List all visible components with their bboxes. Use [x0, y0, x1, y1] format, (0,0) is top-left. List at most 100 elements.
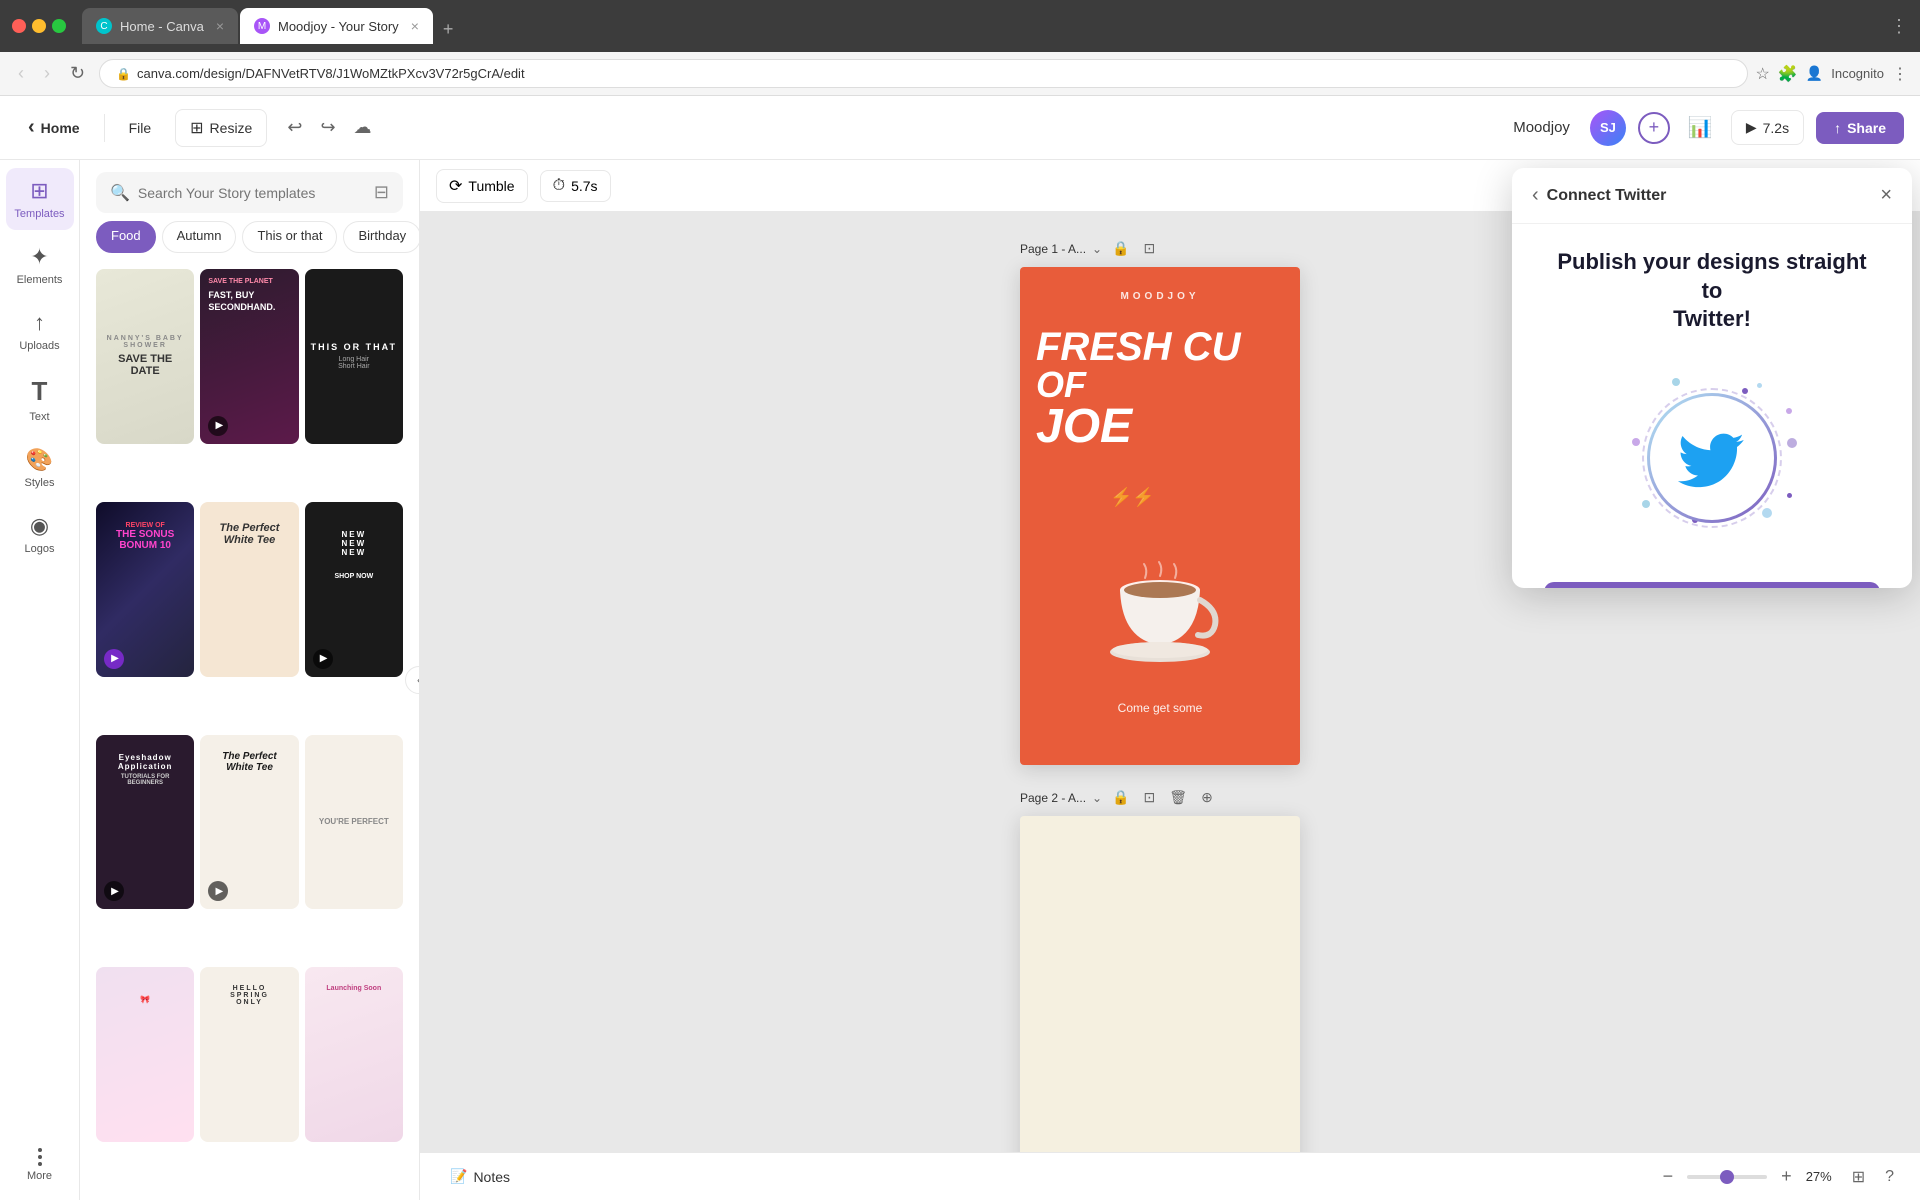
panel-tags: Food Autumn This or that Birthday ›: [80, 221, 419, 263]
deco-dot-6: [1642, 500, 1650, 508]
address-bar[interactable]: 🔒 canva.com/design/DAFNVetRTV8/J1WoMZtkP…: [99, 59, 1747, 88]
tag-this-or-that[interactable]: This or that: [242, 221, 337, 253]
profile-icon[interactable]: 👤: [1806, 65, 1823, 82]
search-input[interactable]: [138, 185, 366, 201]
sidebar-item-styles[interactable]: 🎨 Styles: [6, 437, 74, 499]
deco-dot-5: [1787, 438, 1797, 448]
tab-home-label: Home - Canva: [120, 19, 204, 34]
styles-icon: 🎨: [26, 447, 53, 473]
template-card-7[interactable]: Eyeshadow Application TUTORIALS FOR BEGI…: [96, 735, 194, 910]
text-label: Text: [29, 411, 49, 423]
share-button[interactable]: ↑ Share: [1816, 112, 1904, 144]
refresh-btn[interactable]: ↻: [64, 59, 91, 88]
sidebar-item-templates[interactable]: ⊞ Templates: [6, 168, 74, 230]
template-card-12[interactable]: Launching Soon: [305, 967, 403, 1142]
share-icon: ↑: [1834, 120, 1841, 136]
resize-button[interactable]: ⊞ Resize: [175, 109, 267, 147]
new-tab-button[interactable]: +: [435, 15, 462, 44]
template-card-3[interactable]: THIS OR THAT Long HairShort Hair: [305, 269, 403, 444]
template-grid: NANNY'S BABY SHOWER SAVE THE DATE SAVE T…: [80, 263, 419, 1200]
template-card-11[interactable]: HELLOSPRINGONLY: [200, 967, 298, 1142]
search-bar[interactable]: 🔍 ⊟: [96, 172, 403, 213]
sidebar-item-more[interactable]: More: [6, 1138, 74, 1192]
sidebar-item-elements[interactable]: ✦ Elements: [6, 234, 74, 296]
modal-footer: Connect Twitter: [1512, 582, 1912, 588]
left-sidebar: ⊞ Templates ✦ Elements ↑ Uploads T Text …: [0, 160, 80, 1200]
browser-tab-story[interactable]: M Moodjoy - Your Story ×: [240, 8, 433, 44]
browser-more-btn[interactable]: ⋮: [1892, 64, 1908, 84]
canva-tab-icon: C: [96, 18, 112, 34]
logos-icon: ◉: [30, 513, 49, 539]
browser-menu-btn[interactable]: ⋮: [1890, 16, 1908, 37]
modal-headline-line1: Publish your designs straight to: [1557, 249, 1866, 303]
minimize-window-btn[interactable]: [32, 19, 46, 33]
tag-food[interactable]: Food: [96, 221, 156, 253]
analytics-btn[interactable]: 📊: [1682, 109, 1719, 146]
play-time: 7.2s: [1763, 120, 1789, 136]
play-overlay-2: ▶: [208, 416, 228, 436]
browser-chrome: C Home - Canva × M Moodjoy - Your Story …: [0, 0, 1920, 52]
templates-icon: ⊞: [30, 178, 48, 204]
modal-body: Publish your designs straight to Twitter…: [1512, 224, 1912, 582]
twitter-ring: [1647, 393, 1777, 523]
template-card-1[interactable]: NANNY'S BABY SHOWER SAVE THE DATE: [96, 269, 194, 444]
window-controls: [12, 19, 66, 33]
template-card-6[interactable]: NEWNEWNEW SHOP NOW ▶: [305, 502, 403, 677]
tag-autumn[interactable]: Autumn: [162, 221, 237, 253]
template-card-4[interactable]: REVIEW OF THE SONUS BONUM 10 ▶: [96, 502, 194, 677]
tab-home-close[interactable]: ×: [216, 18, 224, 34]
styles-label: Styles: [25, 477, 55, 489]
deco-dot-9: [1786, 408, 1792, 414]
modal-back-btn[interactable]: ‹: [1532, 184, 1539, 207]
sidebar-item-text[interactable]: T Text: [6, 366, 74, 433]
template-card-8[interactable]: The Perfect White Tee ▶: [200, 735, 298, 910]
text-icon: T: [32, 376, 48, 407]
twitter-graphic: [1612, 358, 1812, 558]
modal-title: Connect Twitter: [1547, 187, 1881, 205]
sidebar-item-uploads[interactable]: ↑ Uploads: [6, 300, 74, 362]
redo-button[interactable]: ↪: [312, 111, 343, 144]
save-button[interactable]: ☁: [346, 111, 380, 144]
filter-icon[interactable]: ⊟: [374, 182, 389, 203]
template-card-10[interactable]: 🎀: [96, 967, 194, 1142]
sidebar-item-logos[interactable]: ◉ Logos: [6, 503, 74, 565]
back-btn[interactable]: ‹: [12, 59, 30, 88]
preview-button[interactable]: ▶ 7.2s: [1731, 110, 1804, 145]
browser-tab-home[interactable]: C Home - Canva ×: [82, 8, 238, 44]
modal-close-btn[interactable]: ×: [1880, 184, 1892, 207]
file-label: File: [129, 120, 152, 136]
user-avatar[interactable]: SJ: [1590, 110, 1626, 146]
canvas-area: ⟳ Tumble ⏱ 5.7s Page 1 - A...: [420, 160, 1920, 1200]
browser-actions: ☆ 🧩 👤 Incognito ⋮: [1756, 64, 1908, 84]
tab-story-label: Moodjoy - Your Story: [278, 19, 399, 34]
panel-search-area: 🔍 ⊟: [80, 160, 419, 221]
bookmark-icon[interactable]: ☆: [1756, 64, 1770, 84]
home-button[interactable]: ‹ Home: [16, 108, 92, 147]
extensions-icon[interactable]: 🧩: [1778, 64, 1798, 84]
connect-twitter-btn[interactable]: Connect Twitter: [1544, 582, 1880, 588]
avatar-initials: SJ: [1600, 120, 1616, 135]
play-overlay-4: ▶: [104, 649, 124, 669]
undo-button[interactable]: ↩: [279, 111, 310, 144]
modal-headline-line2: Twitter!: [1673, 306, 1751, 331]
maximize-window-btn[interactable]: [52, 19, 66, 33]
file-menu-button[interactable]: File: [117, 112, 164, 144]
search-icon: 🔍: [110, 183, 130, 203]
tag-birthday-label: Birthday: [358, 228, 406, 243]
twitter-modal: ‹ Connect Twitter × Publish your designs…: [1512, 168, 1912, 588]
template-card-5[interactable]: The Perfect White Tee: [200, 502, 298, 677]
deco-dot-8: [1762, 508, 1772, 518]
add-collaborator-btn[interactable]: +: [1638, 112, 1670, 144]
incognito-label: Incognito: [1831, 66, 1884, 81]
resize-label: Resize: [210, 120, 253, 136]
template-card-9[interactable]: YOU'RE PERFECT: [305, 735, 403, 910]
tab-story-close[interactable]: ×: [411, 18, 419, 34]
template-card-2[interactable]: SAVE THE PLANET FAST, BUY SECONDHAND. ▶: [200, 269, 298, 444]
tag-autumn-label: Autumn: [177, 228, 222, 243]
tag-birthday[interactable]: Birthday: [343, 221, 419, 253]
play-icon: ▶: [1746, 119, 1757, 136]
forward-btn[interactable]: ›: [38, 59, 56, 88]
lock-icon: 🔒: [116, 67, 131, 81]
divider-1: [104, 114, 105, 142]
close-window-btn[interactable]: [12, 19, 26, 33]
